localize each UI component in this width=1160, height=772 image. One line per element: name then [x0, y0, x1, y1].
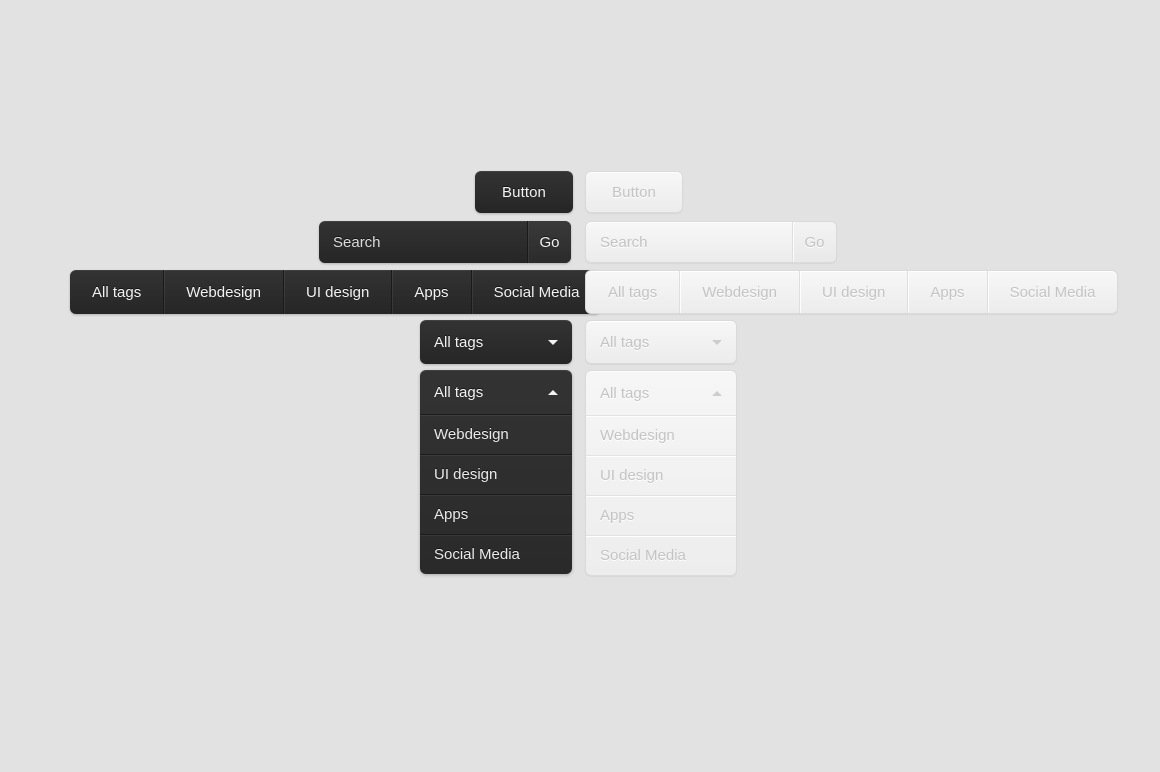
dark-tab-apps[interactable]: Apps [391, 270, 470, 314]
light-tab-bar[interactable]: All tags Webdesign UI design Apps Social… [585, 270, 1119, 314]
dark-search-input[interactable]: Search [319, 221, 527, 263]
dark-dropdown-closed[interactable]: All tags [420, 320, 572, 364]
light-tab-all-tags[interactable]: All tags [586, 271, 679, 313]
dark-tab-webdesign[interactable]: Webdesign [163, 270, 283, 314]
chevron-up-icon [548, 389, 558, 395]
light-button[interactable]: Button [585, 171, 683, 213]
light-search-go-button[interactable]: Go [792, 222, 836, 262]
dark-button[interactable]: Button [475, 171, 573, 213]
light-dropdown-open-value: All tags [600, 384, 650, 402]
light-dropdown-item-webdesign[interactable]: Webdesign [586, 415, 736, 455]
light-search-input[interactable]: Search [586, 222, 792, 262]
dark-dropdown-open[interactable]: All tags Webdesign UI design Apps Social… [420, 370, 572, 574]
light-button-label: Button [612, 183, 656, 201]
light-tab-social-media[interactable]: Social Media [986, 271, 1118, 313]
dark-tab-bar[interactable]: All tags Webdesign UI design Apps Social… [70, 270, 602, 314]
light-dropdown-item-ui-design[interactable]: UI design [586, 455, 736, 495]
dark-search-go-button[interactable]: Go [527, 221, 571, 263]
light-dropdown-item-apps[interactable]: Apps [586, 495, 736, 535]
dark-tab-social-media[interactable]: Social Media [470, 270, 602, 314]
light-dropdown-closed[interactable]: All tags [585, 320, 737, 364]
light-dropdown-closed-value: All tags [600, 333, 650, 351]
dark-dropdown-item-ui-design[interactable]: UI design [420, 454, 572, 494]
chevron-up-icon [712, 390, 722, 396]
dark-button-label: Button [502, 183, 546, 201]
dark-dropdown-open-header[interactable]: All tags [420, 370, 572, 414]
dark-search-bar[interactable]: Search Go [319, 221, 571, 263]
dark-dropdown-closed-value: All tags [434, 333, 484, 351]
light-tab-ui-design[interactable]: UI design [798, 271, 907, 313]
dark-dropdown-item-webdesign[interactable]: Webdesign [420, 414, 572, 454]
light-dropdown-open-header[interactable]: All tags [586, 371, 736, 415]
ui-kit-canvas: Button Button Search Go Search Go All ta… [0, 0, 1160, 772]
chevron-down-icon [548, 339, 558, 345]
light-search-bar[interactable]: Search Go [585, 221, 837, 263]
dark-dropdown-open-value: All tags [434, 383, 484, 401]
light-tab-webdesign[interactable]: Webdesign [679, 271, 799, 313]
light-dropdown-item-social-media[interactable]: Social Media [586, 535, 736, 575]
dark-tab-ui-design[interactable]: UI design [282, 270, 391, 314]
light-dropdown-open[interactable]: All tags Webdesign UI design Apps Social… [585, 370, 737, 576]
light-tab-apps[interactable]: Apps [907, 271, 986, 313]
chevron-down-icon [712, 339, 722, 345]
dark-tab-all-tags[interactable]: All tags [70, 270, 163, 314]
dark-dropdown-item-apps[interactable]: Apps [420, 494, 572, 534]
dark-dropdown-item-social-media[interactable]: Social Media [420, 534, 572, 574]
